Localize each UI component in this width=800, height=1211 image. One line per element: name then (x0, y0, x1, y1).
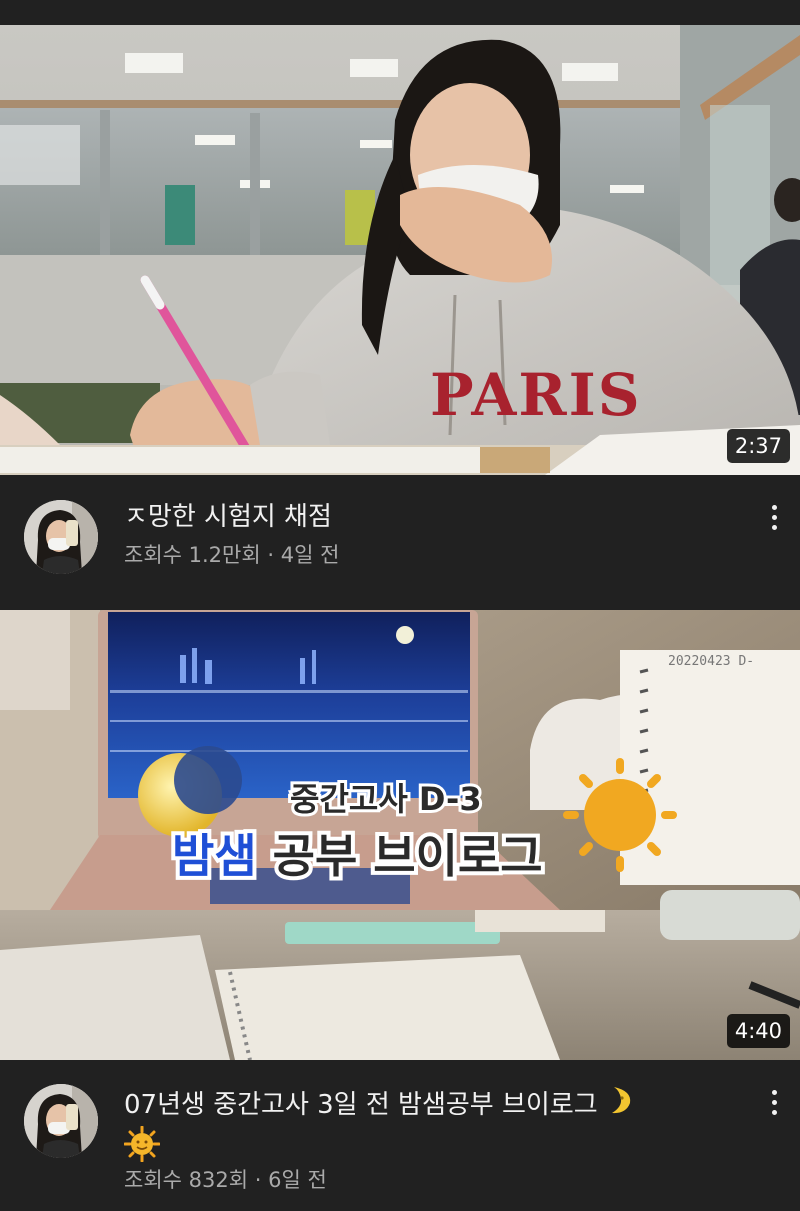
more-options-button[interactable] (762, 497, 786, 537)
notebook-text: 20220423 D- (668, 654, 754, 669)
meta-separator: · (254, 1168, 262, 1192)
video-title[interactable]: 07년생 중간고사 3일 전 밤샘공부 브이로그 (123, 1085, 740, 1173)
kebab-dot (771, 504, 777, 510)
video-thumbnail[interactable]: PARIS 2:37 (0, 25, 800, 475)
video-feed: PARIS 2:37 ㅈ망한 시험지 채점 조회수 1.2만회 · 4일 전 2… (0, 0, 800, 1211)
kebab-dot (771, 1089, 777, 1095)
video-duration: 4:40 (726, 1014, 790, 1048)
upload-age: 4일 전 (280, 543, 340, 567)
more-options-button[interactable] (762, 1082, 786, 1122)
avatar-icon (24, 1084, 98, 1158)
video-stats: 조회수 1.2만회 · 4일 전 (124, 541, 339, 569)
overlay-rest: 공부 브이로그 (257, 829, 543, 883)
channel-avatar[interactable] (24, 1084, 98, 1158)
overlay-line2: 밤샘 공부 브이로그 (172, 829, 543, 883)
meta-separator: · (267, 543, 275, 567)
video-title[interactable]: ㅈ망한 시험지 채점 (124, 498, 740, 536)
kebab-dot (771, 1109, 777, 1115)
kebab-dot (771, 514, 777, 520)
kebab-dot (771, 524, 777, 530)
upload-age: 6일 전 (268, 1168, 327, 1192)
overlay-line1: 중간고사 D-3 (290, 780, 482, 818)
video-title-text: 07년생 중간고사 3일 전 밤샘공부 브이로그 (124, 1090, 598, 1120)
thumbnail-image: 20220423 D- 중간고사 D-3 밤샘 공부 브이로그 (0, 610, 800, 1060)
video-duration: 2:37 (726, 429, 790, 463)
view-count: 조회수 832회 (124, 1168, 249, 1192)
crescent-moon-icon (606, 1085, 632, 1126)
hoodie-print: PARIS (430, 361, 642, 429)
kebab-dot (771, 1099, 777, 1105)
channel-avatar[interactable] (24, 500, 98, 574)
video-thumbnail[interactable]: 20220423 D- 중간고사 D-3 밤샘 공부 브이로그 4:40 (0, 610, 800, 1060)
overlay-accent: 밤샘 (172, 829, 257, 883)
avatar-icon (24, 500, 98, 574)
video-info: 07년생 중간고사 3일 전 밤샘공부 브이로그 조회수 832회 · 6일 전 (0, 1060, 800, 1211)
video-info: ㅈ망한 시험지 채점 조회수 1.2만회 · 4일 전 (0, 475, 800, 610)
video-stats: 조회수 832회 · 6일 전 (124, 1166, 327, 1194)
view-count: 조회수 1.2만회 (124, 543, 261, 567)
thumbnail-image: PARIS (0, 25, 800, 475)
